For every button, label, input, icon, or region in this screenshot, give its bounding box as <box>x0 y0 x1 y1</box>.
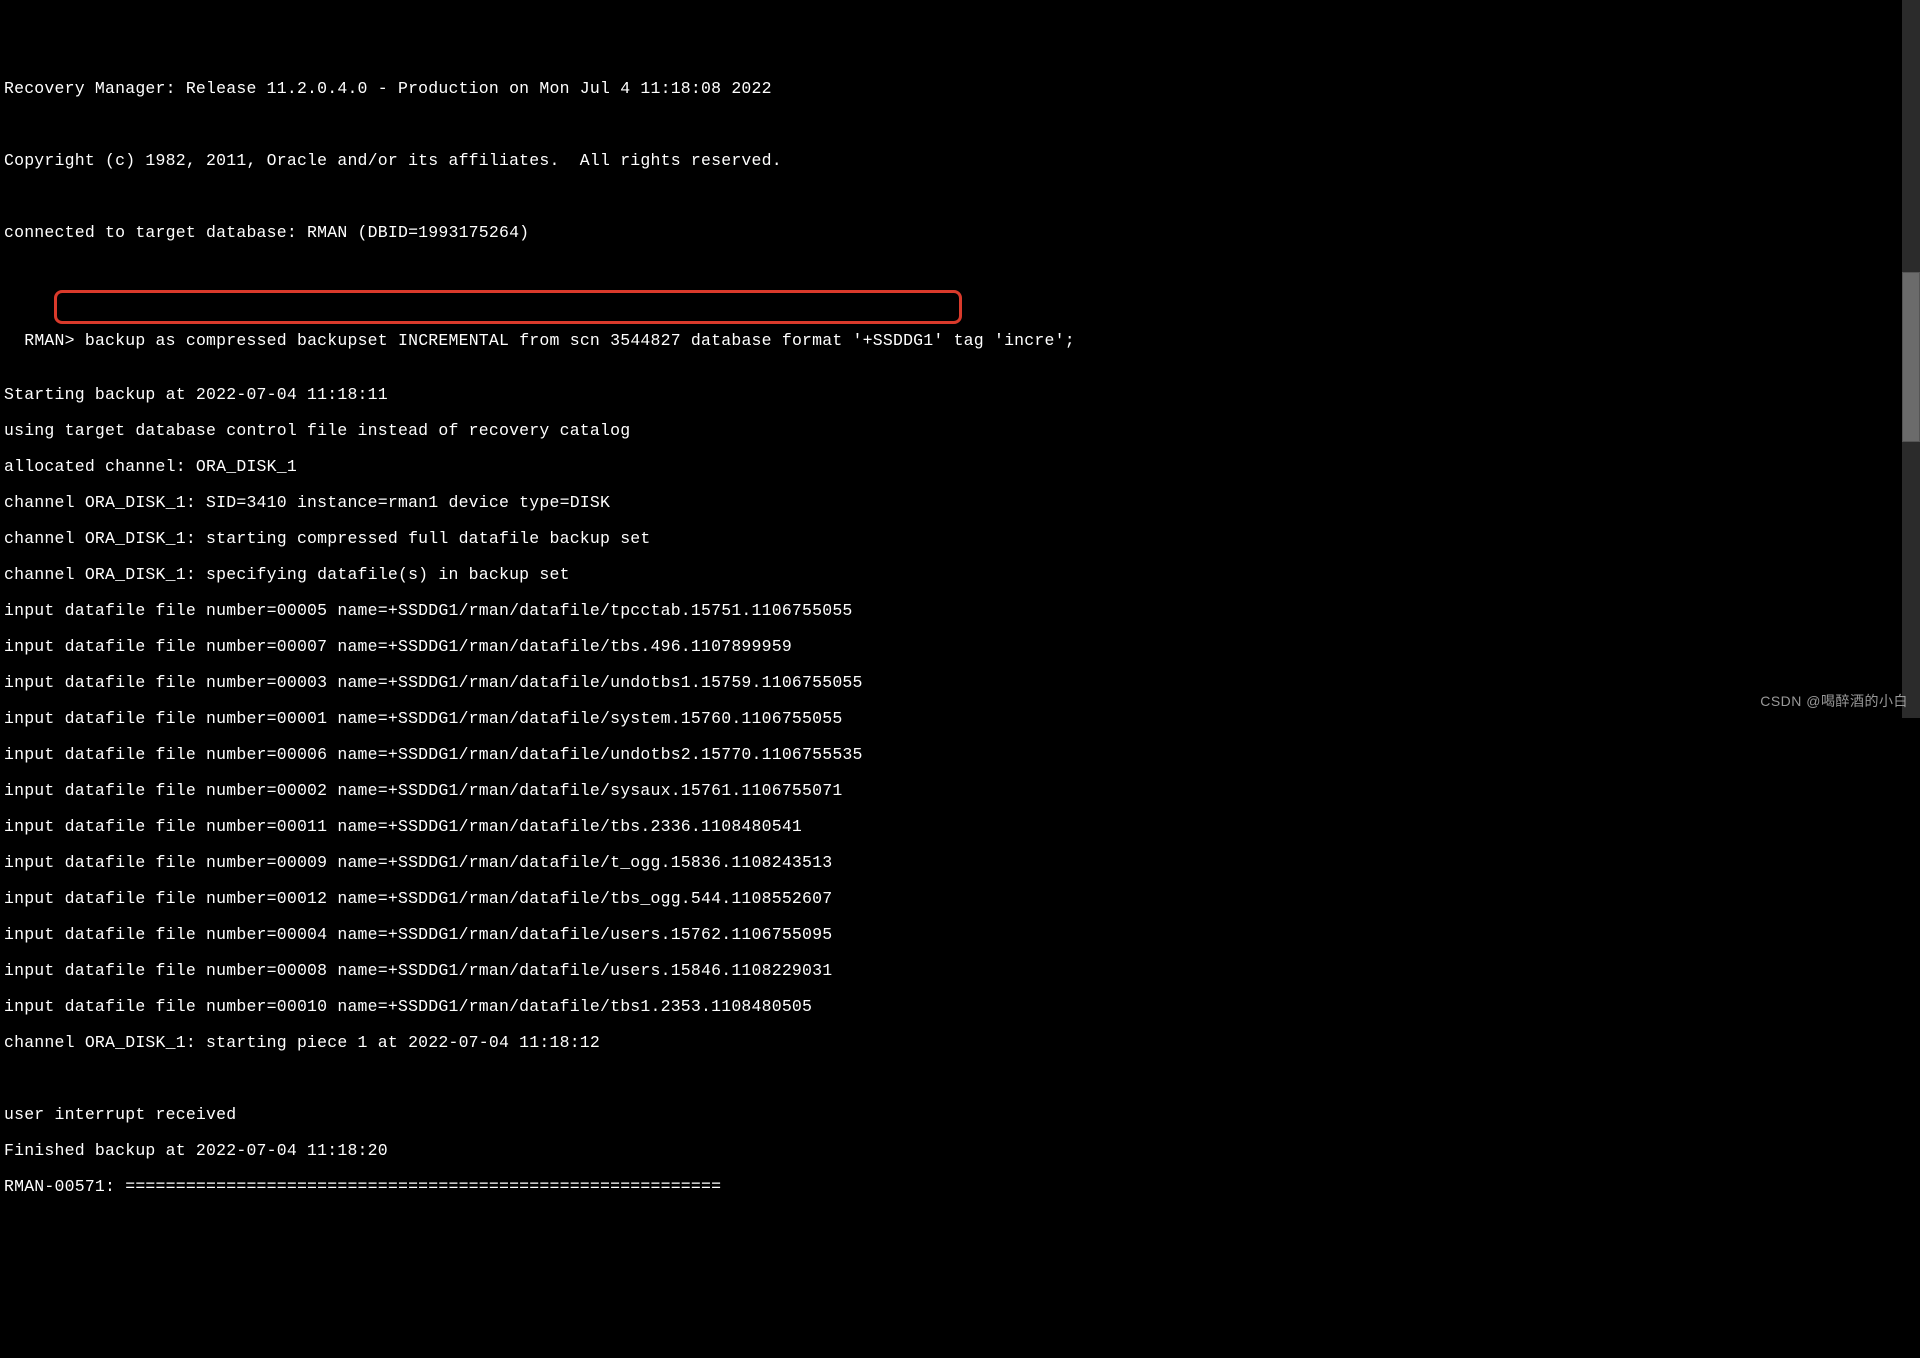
prompt-command: backup as compressed backupset INCREMENT… <box>75 331 1075 350</box>
watermark: CSDN @喝醉酒的小白 <box>1760 692 1908 710</box>
finished-line: Finished backup at 2022-07-04 11:18:20 <box>4 1142 1916 1160</box>
blank-line <box>4 188 1916 206</box>
datafile-line: input datafile file number=00001 name=+S… <box>4 710 1916 728</box>
channel-sid-line: channel ORA_DISK_1: SID=3410 instance=rm… <box>4 494 1916 512</box>
interrupt-line: user interrupt received <box>4 1106 1916 1124</box>
blank-line <box>4 350 1916 368</box>
datafile-line: input datafile file number=00002 name=+S… <box>4 782 1916 800</box>
datafile-line: input datafile file number=00010 name=+S… <box>4 998 1916 1016</box>
datafile-line: input datafile file number=00012 name=+S… <box>4 890 1916 908</box>
datafile-line: input datafile file number=00007 name=+S… <box>4 638 1916 656</box>
channel-starting-line: channel ORA_DISK_1: starting compressed … <box>4 530 1916 548</box>
scrollbar-thumb[interactable] <box>1902 272 1920 442</box>
channel-piece-line: channel ORA_DISK_1: starting piece 1 at … <box>4 1034 1916 1052</box>
datafile-line: input datafile file number=00009 name=+S… <box>4 854 1916 872</box>
release-line: Recovery Manager: Release 11.2.0.4.0 - P… <box>4 80 1916 98</box>
blank-line <box>4 260 1916 278</box>
channel-specifying-line: channel ORA_DISK_1: specifying datafile(… <box>4 566 1916 584</box>
using-controlfile-line: using target database control file inste… <box>4 422 1916 440</box>
datafile-line: input datafile file number=00011 name=+S… <box>4 818 1916 836</box>
datafile-line: input datafile file number=00008 name=+S… <box>4 962 1916 980</box>
datafile-line: input datafile file number=00003 name=+S… <box>4 674 1916 692</box>
blank-line <box>4 1070 1916 1088</box>
datafile-line: input datafile file number=00005 name=+S… <box>4 602 1916 620</box>
connected-line: connected to target database: RMAN (DBID… <box>4 224 1916 242</box>
rman-prompt-line[interactable]: RMAN> backup as compressed backupset INC… <box>4 296 1916 332</box>
start-backup-line: Starting backup at 2022-07-04 11:18:11 <box>4 386 1916 404</box>
datafile-line: input datafile file number=00006 name=+S… <box>4 746 1916 764</box>
command-highlight-box <box>54 290 962 324</box>
allocated-channel-line: allocated channel: ORA_DISK_1 <box>4 458 1916 476</box>
rman-error-line: RMAN-00571: ============================… <box>4 1178 1916 1196</box>
blank-line <box>4 116 1916 134</box>
scrollbar-track[interactable] <box>1902 0 1920 718</box>
prompt-label: RMAN> <box>24 331 75 350</box>
copyright-line: Copyright (c) 1982, 2011, Oracle and/or … <box>4 152 1916 170</box>
datafile-line: input datafile file number=00004 name=+S… <box>4 926 1916 944</box>
